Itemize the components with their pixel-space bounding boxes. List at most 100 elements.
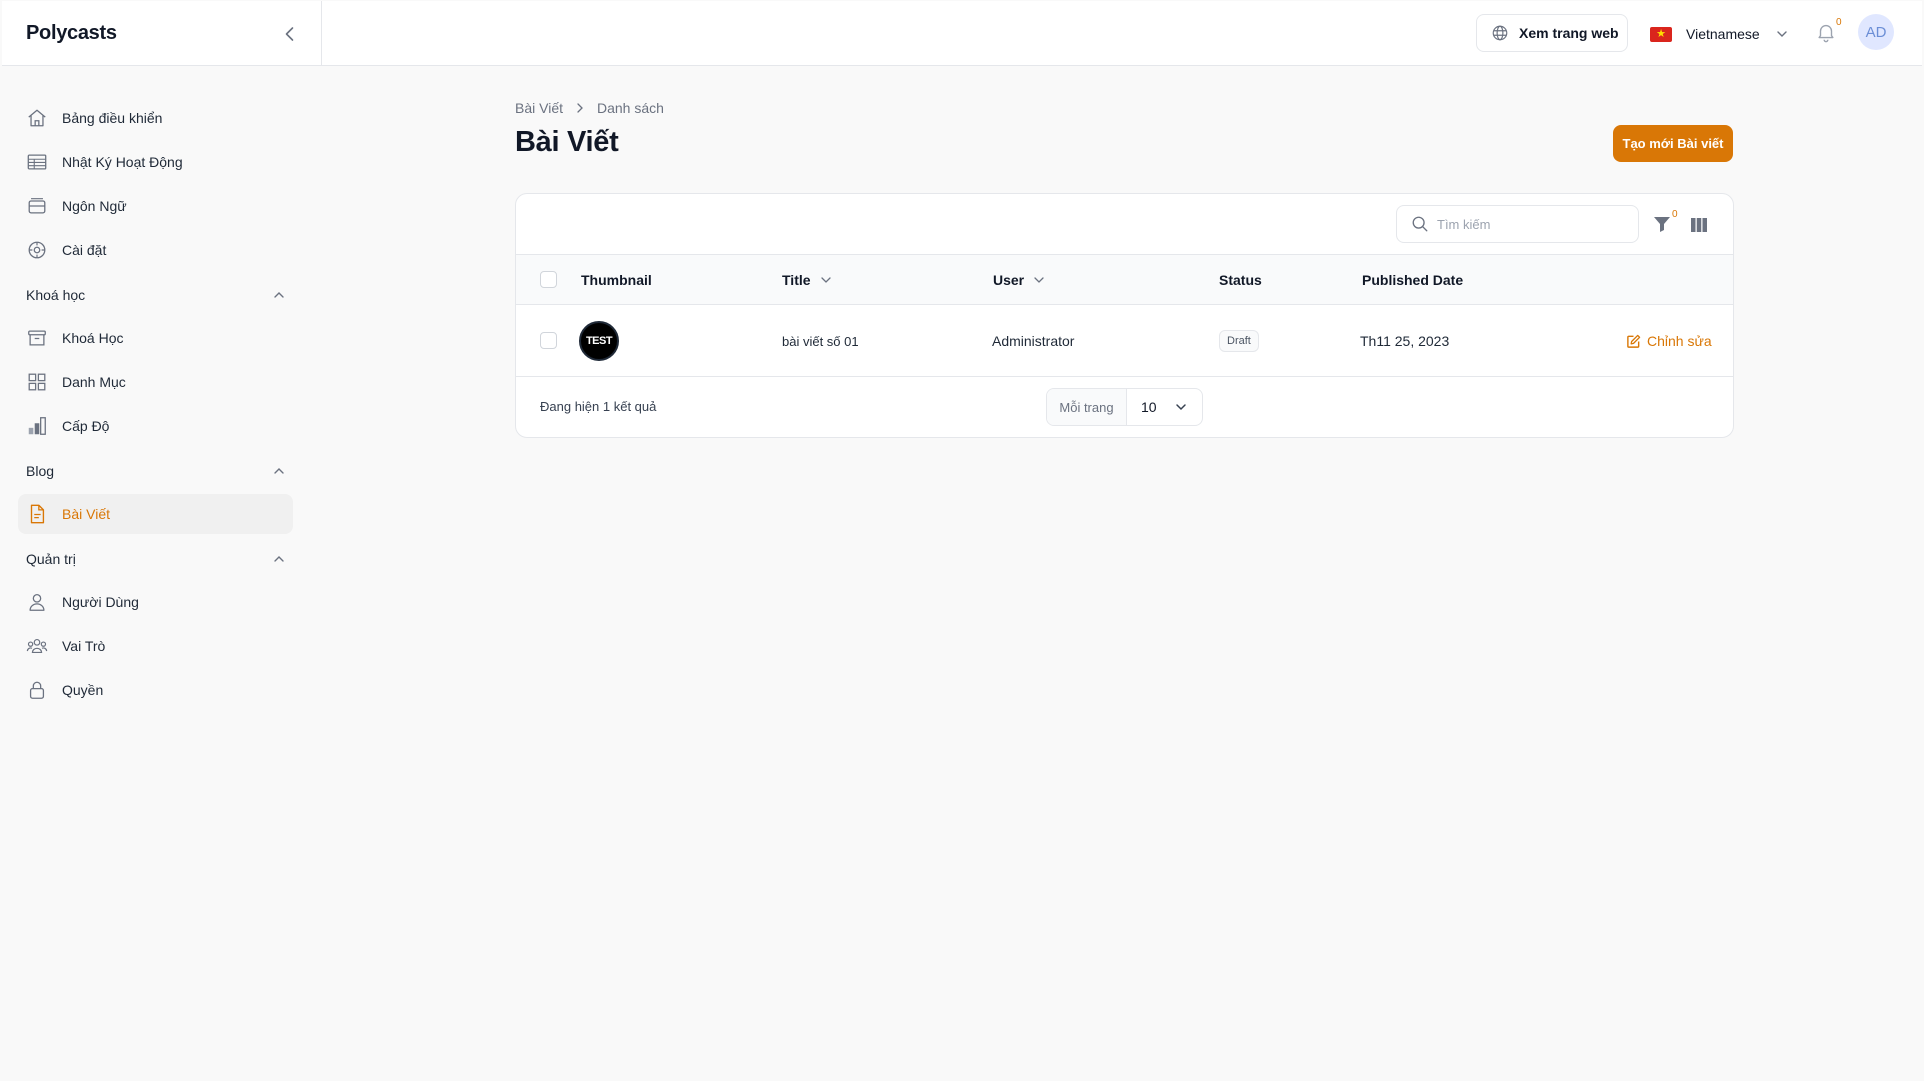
- sidebar-item-label: Ngôn Ngữ: [62, 198, 127, 214]
- breadcrumb: Bài Viết Danh sách: [515, 100, 664, 116]
- table-icon: [27, 154, 47, 170]
- sidebar-item-users[interactable]: Người Dùng: [18, 582, 293, 622]
- users-icon: [26, 638, 48, 654]
- column-header-label: Published Date: [1362, 272, 1464, 288]
- archive-icon: [28, 330, 46, 346]
- filter-count-badge: 0: [1672, 209, 1678, 220]
- table-footer: Đang hiện 1 kết quả Mỗi trang 10: [516, 377, 1733, 439]
- column-header-title[interactable]: Title: [782, 255, 833, 305]
- language-switcher[interactable]: ★ Vietnamese: [1650, 19, 1790, 49]
- view-site-button[interactable]: Xem trang web: [1476, 14, 1628, 52]
- language-label: Vietnamese: [1686, 26, 1760, 42]
- bell-icon: [1818, 24, 1834, 43]
- column-header-user[interactable]: User: [993, 255, 1046, 305]
- edit-label: Chỉnh sửa: [1647, 333, 1712, 349]
- edit-icon: [1627, 334, 1641, 348]
- home-icon: [28, 109, 46, 127]
- sidebar-item-activity-log[interactable]: Nhật Ký Hoạt Động: [18, 142, 293, 182]
- sidebar-item-languages[interactable]: Ngôn Ngữ: [18, 186, 293, 226]
- sidebar-group-courses[interactable]: Khoá học: [26, 283, 286, 307]
- chevron-up-icon: [274, 556, 284, 562]
- cell-title: bài viết số 01: [782, 333, 859, 349]
- per-page-select[interactable]: 10: [1127, 389, 1202, 425]
- globe-icon: [1492, 25, 1508, 41]
- chevron-left-icon: [285, 27, 294, 41]
- top-bar: Polycasts Xem trang web ★ Vietnamese 0 A…: [2, 1, 1922, 66]
- view-site-label: Xem trang web: [1519, 25, 1619, 41]
- cell-user: Administrator: [992, 333, 1075, 349]
- column-header-label: User: [993, 272, 1025, 288]
- sidebar-item-permissions[interactable]: Quyền: [18, 670, 293, 710]
- inbox-icon: [28, 198, 46, 214]
- sidebar-item-label: Cấp Độ: [62, 418, 110, 434]
- cell-actions: Chỉnh sửa: [1626, 305, 1712, 377]
- brand-area: Polycasts: [2, 1, 322, 66]
- sidebar-group-label: Khoá học: [26, 287, 86, 303]
- column-header-label: Thumbnail: [581, 272, 652, 288]
- chevron-right-icon: [577, 103, 583, 113]
- breadcrumb-item-posts[interactable]: Bài Viết: [515, 100, 563, 116]
- table-row[interactable]: TEST bài viết số 01 Administrator Draft …: [516, 305, 1733, 377]
- sidebar-item-levels[interactable]: Cấp Độ: [18, 406, 293, 446]
- column-header-published-date: Published Date: [1362, 255, 1463, 305]
- bar-chart-icon: [28, 417, 46, 435]
- settings-icon: [28, 241, 46, 259]
- notification-count-badge: 0: [1836, 17, 1842, 28]
- create-post-button[interactable]: Tạo mới Bài viết: [1613, 125, 1733, 162]
- table-header: Thumbnail Title User Status Published Da…: [516, 255, 1733, 305]
- sidebar-item-label: Nhật Ký Hoạt Động: [62, 154, 183, 170]
- cell-thumbnail: TEST: [579, 305, 619, 377]
- sidebar-item-label: Cài đặt: [62, 242, 107, 258]
- document-icon: [30, 504, 45, 524]
- collapse-sidebar-button[interactable]: [278, 22, 302, 46]
- posts-table: 0 Thumbnail Title User Status Publishe: [515, 193, 1734, 438]
- per-page-label: Mỗi trang: [1047, 389, 1127, 425]
- chevron-down-icon: [1776, 31, 1787, 37]
- sidebar-item-settings[interactable]: Cài đặt: [18, 230, 293, 270]
- table-toolbar: 0: [516, 194, 1733, 255]
- sidebar-item-label: Quyền: [62, 682, 104, 698]
- vietnam-flag-icon: ★: [1650, 26, 1672, 42]
- per-page-value: 10: [1141, 399, 1157, 415]
- result-count-text: Đang hiện 1 kết quả: [540, 399, 657, 414]
- status-badge: Draft: [1219, 330, 1259, 352]
- post-thumbnail: TEST: [579, 321, 619, 361]
- column-header-status: Status: [1219, 255, 1262, 305]
- sidebar-item-courses[interactable]: Khoá Học: [18, 318, 293, 358]
- page-title: Bài Viết: [515, 126, 619, 158]
- user-avatar[interactable]: AD: [1858, 14, 1894, 50]
- sidebar-group-blog[interactable]: Blog: [26, 459, 286, 483]
- sidebar-item-roles[interactable]: Vai Trò: [18, 626, 293, 666]
- user-icon: [29, 594, 45, 611]
- per-page-control: Mỗi trang 10: [1046, 388, 1203, 426]
- search-box: [1396, 205, 1639, 243]
- app-root: Polycasts Xem trang web ★ Vietnamese 0 A…: [2, 1, 1922, 1080]
- sidebar-group-label: Quản trị: [26, 551, 76, 567]
- column-header-thumbnail: Thumbnail: [581, 255, 652, 305]
- breadcrumb-item-list: Danh sách: [597, 100, 664, 116]
- sort-chevron-down-icon: [1034, 277, 1044, 283]
- sidebar-item-label: Vai Trò: [62, 638, 106, 654]
- sidebar-item-label: Bảng điều khiển: [62, 110, 163, 126]
- sidebar-item-categories[interactable]: Danh Mục: [18, 362, 293, 402]
- brand-logo[interactable]: Polycasts: [26, 22, 117, 45]
- select-all-checkbox[interactable]: [540, 271, 557, 288]
- sidebar-item-label: Bài Viết: [62, 506, 110, 522]
- filter-button[interactable]: [1652, 214, 1674, 236]
- chevron-up-icon: [274, 292, 284, 298]
- row-checkbox[interactable]: [540, 332, 557, 349]
- sidebar-item-dashboard[interactable]: Bảng điều khiển: [18, 98, 293, 138]
- column-header-label: Status: [1219, 272, 1262, 288]
- edit-post-button[interactable]: Chỉnh sửa: [1626, 333, 1712, 349]
- filter-icon: [1654, 217, 1670, 232]
- sidebar-group-label: Blog: [26, 463, 55, 479]
- search-icon: [1412, 216, 1428, 232]
- search-input[interactable]: [1437, 216, 1617, 232]
- toggle-columns-button[interactable]: [1689, 215, 1709, 235]
- sidebar-item-label: Người Dùng: [62, 594, 139, 610]
- sidebar-group-admin[interactable]: Quản trị: [26, 547, 286, 571]
- sidebar-item-label: Danh Mục: [62, 374, 126, 390]
- lock-icon: [29, 681, 45, 699]
- sidebar-item-posts[interactable]: Bài Viết: [18, 494, 293, 534]
- columns-icon: [1691, 218, 1707, 232]
